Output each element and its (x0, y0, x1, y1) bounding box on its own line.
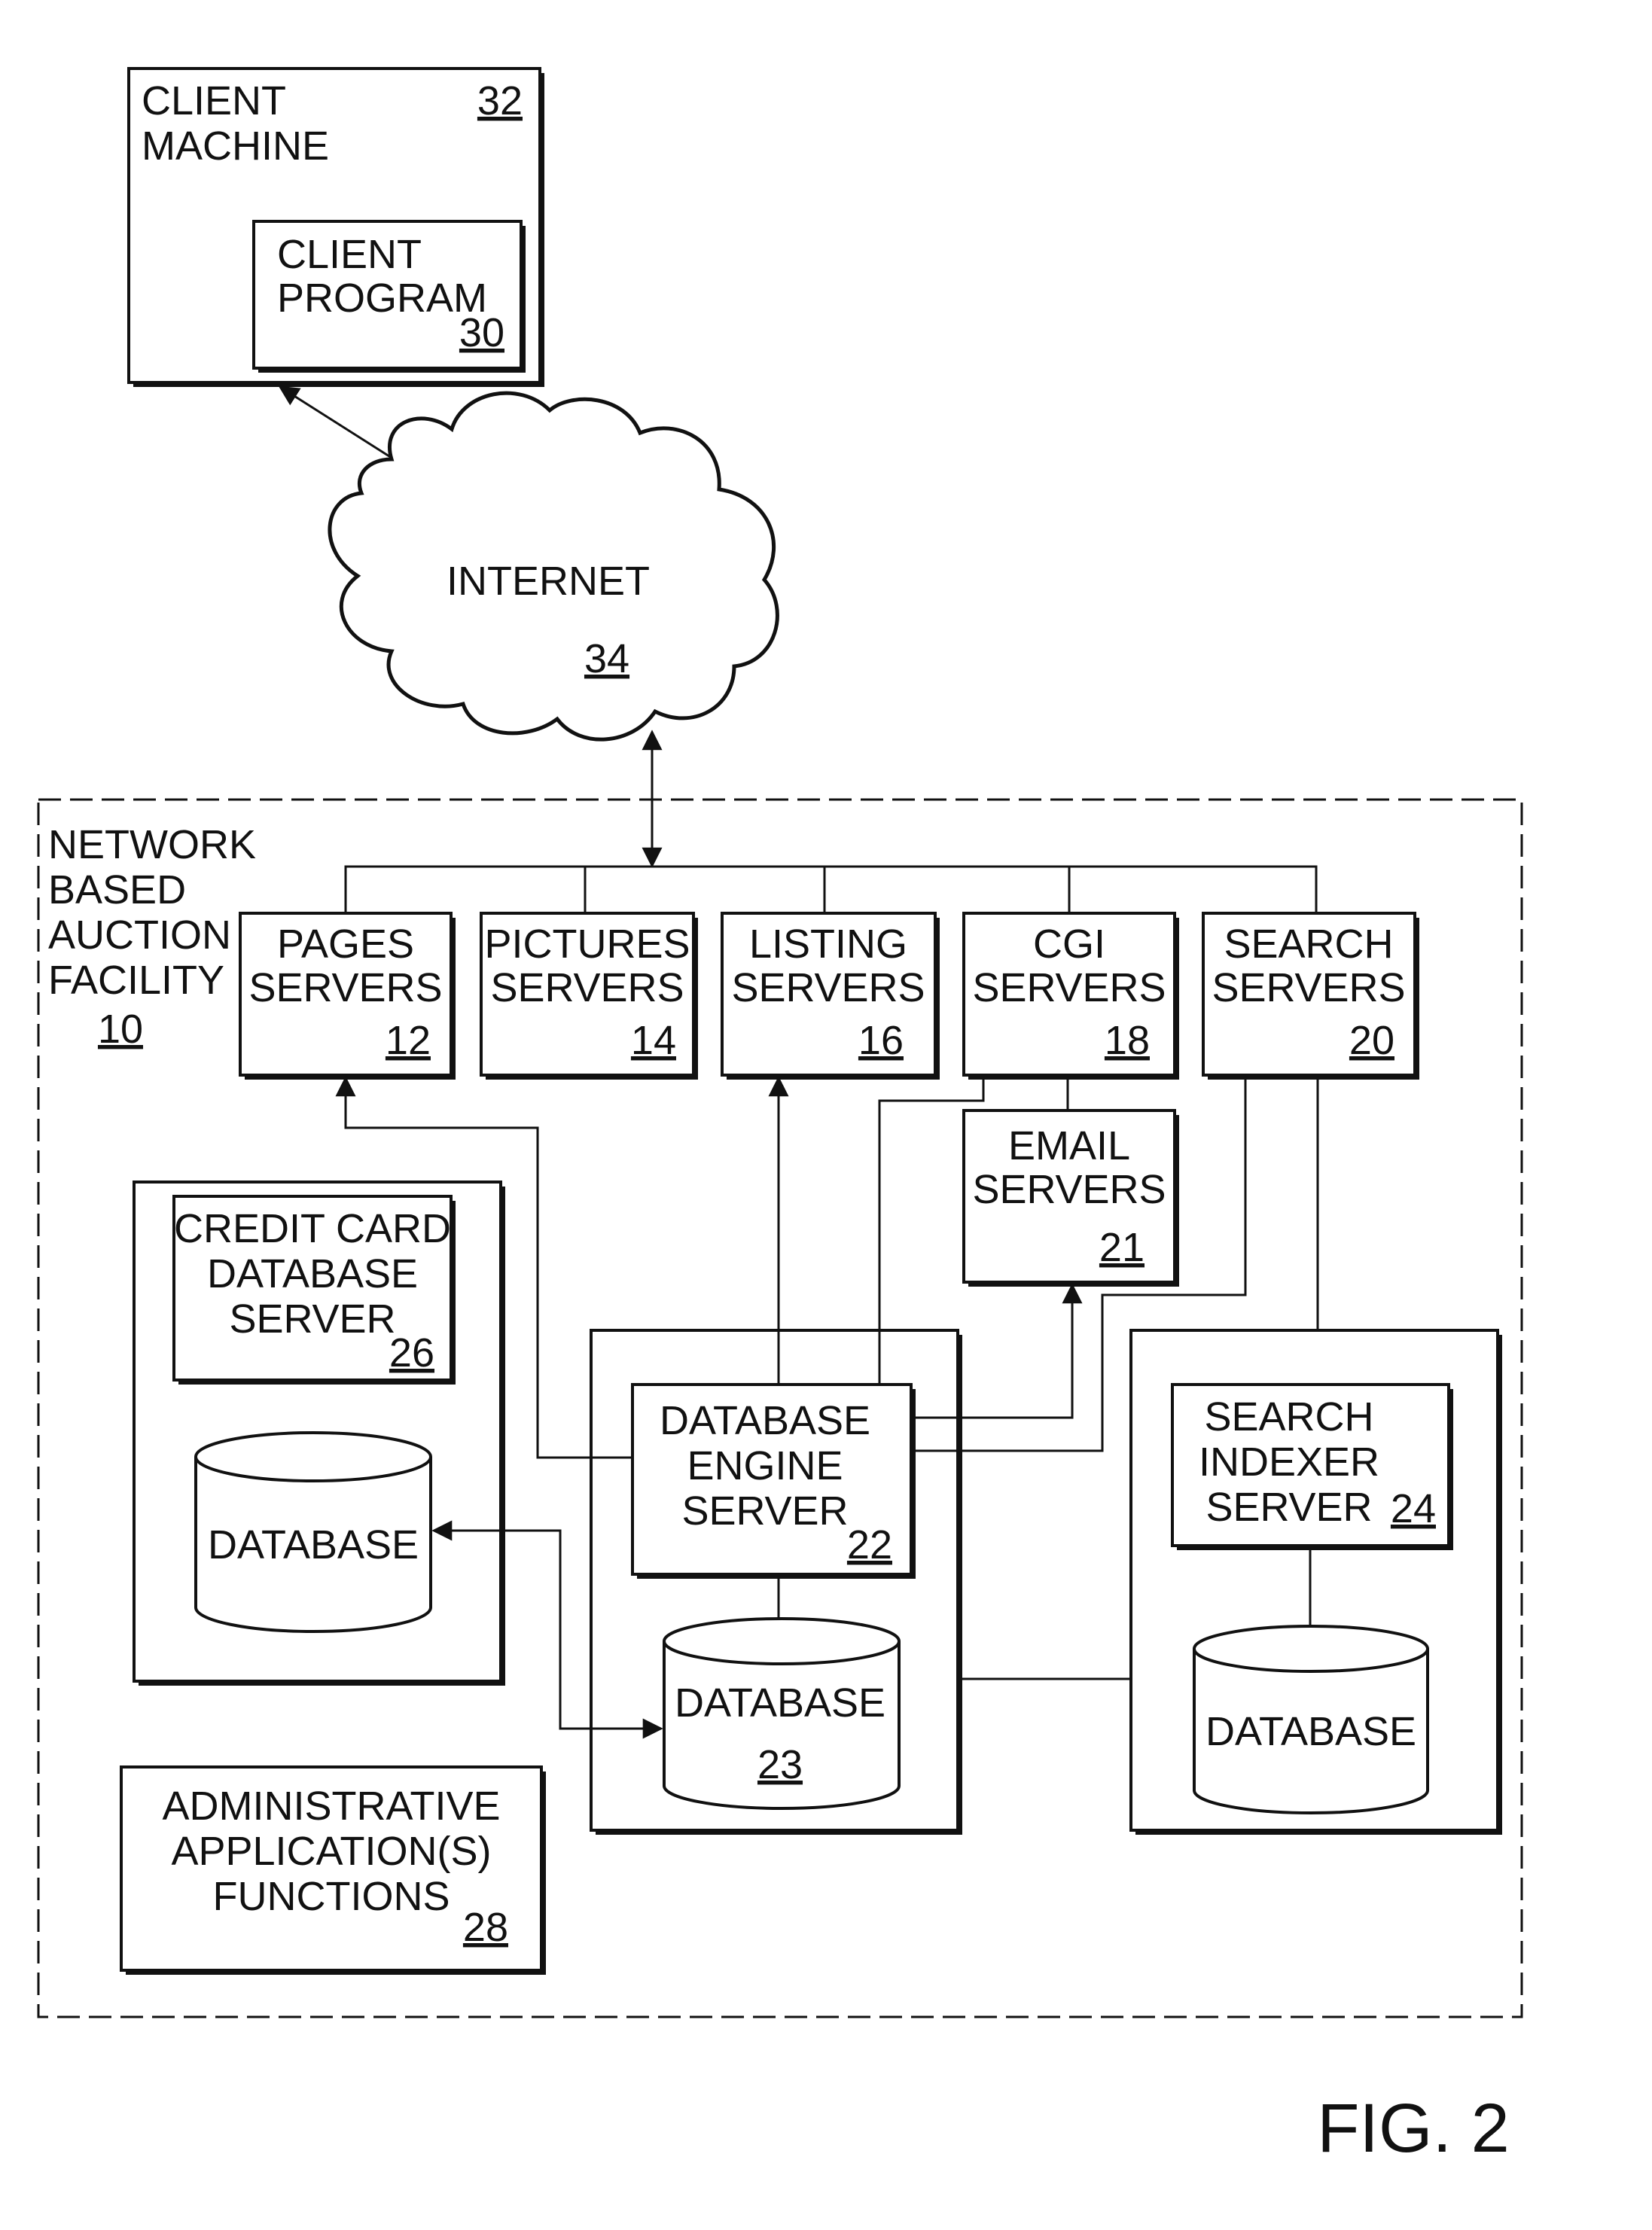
pages-servers-label-1: PAGES (277, 922, 414, 967)
admin-label-2: APPLICATION(S) (171, 1829, 491, 1874)
internet-ref: 34 (584, 636, 629, 681)
internet-cloud: INTERNET 34 (328, 391, 779, 742)
pictures-servers-ref: 14 (631, 1018, 676, 1063)
admin-ref: 28 (463, 1905, 508, 1950)
client-machine-ref: 32 (477, 78, 523, 123)
internet-to-client-arrow (278, 385, 392, 459)
database-engine-server-label-2: ENGINE (687, 1443, 843, 1488)
database-engine-server-box: DATABASE ENGINE SERVER 22 (631, 1383, 916, 1579)
email-servers-label-1: EMAIL (1008, 1123, 1130, 1168)
credit-card-database-label: DATABASE (208, 1522, 419, 1567)
search-indexer-ref: 24 (1391, 1486, 1436, 1531)
listing-servers-label-2: SERVERS (731, 965, 925, 1010)
facility-label: NETWORK BASED AUCTION FACILITY 10 (48, 822, 256, 1052)
search-database-label: DATABASE (1205, 1709, 1416, 1754)
admin-label-1: ADMINISTRATIVE (162, 1784, 500, 1829)
facility-label-3: AUCTION (48, 912, 231, 958)
search-servers-label-1: SEARCH (1224, 922, 1393, 967)
listing-servers-label-1: LISTING (749, 922, 907, 967)
listing-servers-ref: 16 (858, 1018, 904, 1063)
server-bus (344, 865, 1318, 913)
pictures-servers-box: PICTURES SERVERS 14 (480, 912, 698, 1080)
listing-servers-box: LISTING SERVERS 16 (721, 912, 940, 1080)
client-program-label-2: PROGRAM (277, 276, 487, 321)
search-indexer-label-3: SERVER (1205, 1485, 1372, 1530)
facility-label-1: NETWORK (48, 822, 256, 867)
search-servers-box: SEARCH SERVERS 20 (1202, 912, 1419, 1080)
cgi-servers-label-2: SERVERS (972, 965, 1166, 1010)
credit-card-server-label-1: CREDIT CARD (174, 1206, 451, 1251)
facility-label-2: BASED (48, 867, 186, 912)
facility-label-4: FACILITY (48, 958, 224, 1003)
client-machine-label-1: CLIENT (142, 78, 286, 123)
database-engine-server-label-1: DATABASE (660, 1398, 870, 1443)
database-23-ref: 23 (757, 1742, 803, 1787)
email-servers-box: EMAIL SERVERS 21 (962, 1109, 1179, 1287)
search-servers-ref: 20 (1349, 1018, 1394, 1063)
internet-label: INTERNET (447, 559, 650, 604)
client-program-box: CLIENT PROGRAM 30 (252, 220, 526, 373)
search-servers-label-2: SERVERS (1212, 965, 1405, 1010)
search-indexer-label-1: SEARCH (1204, 1394, 1373, 1439)
pages-servers-ref: 12 (386, 1018, 431, 1063)
search-database-cylinder: DATABASE (1193, 1625, 1429, 1814)
admin-label-3: FUNCTIONS (213, 1874, 450, 1919)
database-engine-server-ref: 22 (847, 1522, 892, 1567)
client-program-ref: 30 (459, 310, 504, 355)
cgi-servers-box: CGI SERVERS 18 (962, 912, 1179, 1080)
client-machine-label-2: MACHINE (142, 123, 329, 169)
credit-card-database-cylinder: DATABASE (194, 1431, 432, 1633)
pictures-servers-label-1: PICTURES (484, 922, 690, 967)
cgi-servers-ref: 18 (1105, 1018, 1150, 1063)
credit-card-server-label-2: DATABASE (207, 1251, 418, 1296)
email-servers-ref: 21 (1099, 1225, 1145, 1270)
email-servers-label-2: SERVERS (972, 1167, 1166, 1212)
pages-servers-box: PAGES SERVERS 12 (239, 912, 456, 1080)
credit-card-server-label-3: SERVER (229, 1296, 395, 1342)
pictures-servers-label-2: SERVERS (490, 965, 684, 1010)
database-engine-server-label-3: SERVER (681, 1488, 848, 1534)
cgi-servers-label-1: CGI (1033, 922, 1105, 967)
figure-label: FIG. 2 (1317, 2090, 1510, 2167)
facility-ref: 10 (98, 1007, 143, 1052)
database-23-label: DATABASE (675, 1680, 885, 1726)
database-23-cylinder: DATABASE 23 (663, 1617, 901, 1810)
pages-servers-label-2: SERVERS (248, 965, 442, 1010)
credit-card-server-ref: 26 (389, 1330, 434, 1375)
search-indexer-label-2: INDEXER (1199, 1439, 1379, 1485)
network-auction-diagram: CLIENT MACHINE 32 CLIENT PROGRAM 30 INTE… (37, 67, 1523, 2167)
search-indexer-server-box: SEARCH INDEXER SERVER 24 (1171, 1383, 1453, 1550)
admin-functions-box: ADMINISTRATIVE APPLICATION(S) FUNCTIONS … (120, 1765, 546, 1975)
client-program-label-1: CLIENT (277, 232, 422, 277)
